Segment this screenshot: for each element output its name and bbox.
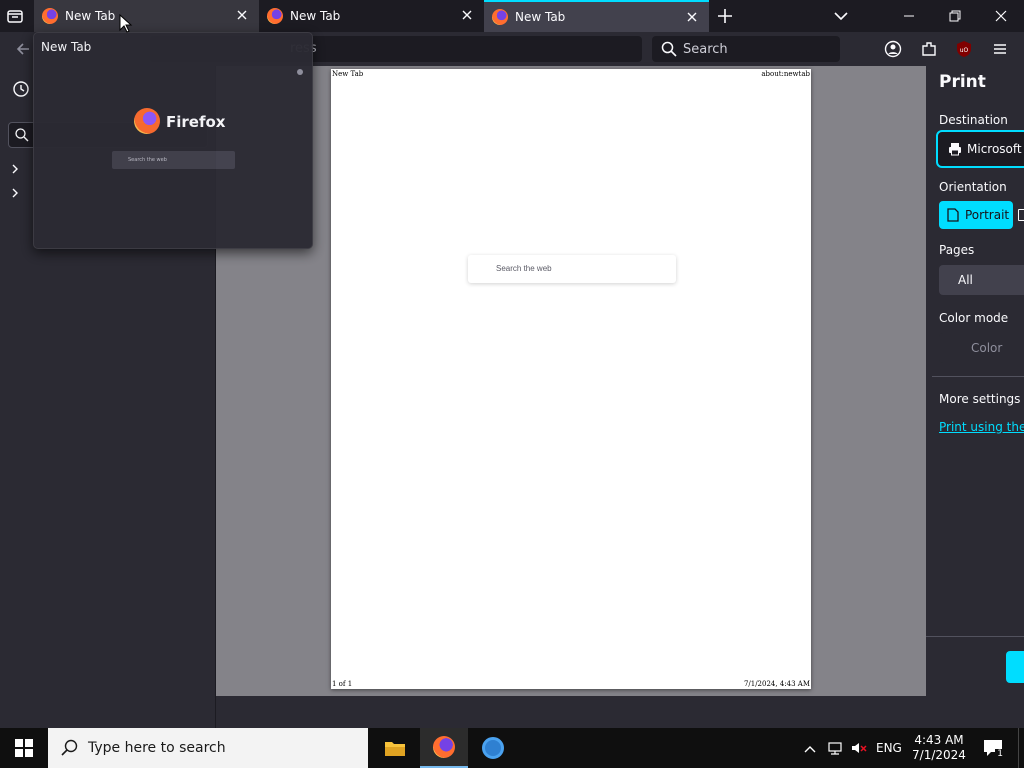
divider <box>926 636 1024 637</box>
hamburger-menu-icon[interactable] <box>991 40 1009 58</box>
print-settings-panel: Print Destination Microsoft I Orientatio… <box>926 66 1024 696</box>
system-dialog-link[interactable]: Print using the s <box>939 420 1024 434</box>
color-mode-select[interactable]: Color <box>939 333 1024 363</box>
tab-3[interactable]: New Tab <box>484 0 709 32</box>
search-bar-placeholder: Search <box>683 41 728 57</box>
preview-bottom-bar <box>216 696 1024 728</box>
firefox-icon <box>433 736 455 758</box>
back-arrow-icon[interactable] <box>14 40 32 58</box>
destination-value: Microsoft I <box>967 142 1024 156</box>
close-icon <box>995 10 1007 22</box>
minimize-icon <box>904 15 914 17</box>
show-hidden-icons-chevron-up-icon[interactable] <box>803 741 817 755</box>
print-preview-area: New Tab about:newtab Search the web 1 of… <box>216 66 926 696</box>
taskbar-search-box[interactable]: Type here to search <box>48 728 368 768</box>
windows-logo-icon <box>15 739 33 757</box>
search-icon <box>61 739 78 756</box>
new-tab-plus-icon[interactable] <box>716 7 734 25</box>
page-header-left: New Tab <box>332 70 364 78</box>
print-button[interactable] <box>1006 651 1024 683</box>
clock[interactable]: 4:43 AM 7/1/2024 <box>910 728 968 768</box>
search-icon <box>661 41 677 57</box>
divider <box>932 376 1024 377</box>
portrait-button[interactable]: Portrait <box>939 201 1013 229</box>
tab-label: New Tab <box>290 9 341 23</box>
mouse-cursor-icon <box>119 13 133 34</box>
firefox-wordmark: Firefox <box>166 113 226 131</box>
page-search-box: Search the web <box>468 255 676 283</box>
minimize-button[interactable] <box>886 0 932 32</box>
firefox-logo-icon <box>134 108 160 134</box>
close-icon[interactable] <box>460 8 474 22</box>
ublock-origin-icon[interactable]: uO <box>955 40 973 58</box>
clock-date: 7/1/2024 <box>912 748 966 762</box>
history-clock-icon <box>12 80 30 98</box>
windows-taskbar: Type here to search ENG 4:43 AM 7/1/2024… <box>0 728 1024 768</box>
firefox-taskbar-button[interactable] <box>420 728 468 768</box>
restore-button[interactable] <box>932 0 978 32</box>
printer-icon <box>949 143 961 156</box>
action-center-notification-icon[interactable]: 1 <box>983 739 1005 759</box>
destination-label: Destination <box>939 113 1008 127</box>
chrome-taskbar-button[interactable] <box>469 728 517 768</box>
tree-expand-chevron-icon[interactable] <box>9 160 21 174</box>
firefox-icon <box>492 9 508 25</box>
start-button[interactable] <box>0 728 48 768</box>
notification-count-badge: 1 <box>995 749 1005 759</box>
orientation-label: Orientation <box>939 180 1007 194</box>
page-footer-right: 7/1/2024, 4:43 AM <box>743 680 810 688</box>
page-footer-left: 1 of 1 <box>332 680 353 688</box>
tab-preview-title: New Tab <box>41 40 92 54</box>
pages-label: Pages <box>939 243 975 257</box>
close-icon[interactable] <box>685 10 699 24</box>
search-bar[interactable]: Search <box>652 36 840 62</box>
svg-text:uO: uO <box>960 47 969 54</box>
pages-select[interactable]: All <box>939 265 1024 295</box>
page-header-right: about:newtab <box>761 70 810 78</box>
language-indicator[interactable]: ENG <box>876 728 902 768</box>
firefox-icon <box>42 8 58 24</box>
tab-hover-preview: New Tab Firefox Search the web <box>33 32 313 249</box>
tab-label: New Tab <box>515 10 566 24</box>
more-settings-toggle[interactable]: More settings <box>939 392 1020 406</box>
list-all-tabs-chevron-down-icon[interactable] <box>832 7 850 25</box>
settings-gear-icon <box>297 69 303 75</box>
volume-muted-icon[interactable] <box>851 740 867 756</box>
chrome-icon <box>482 737 504 759</box>
destination-select[interactable]: Microsoft I <box>936 130 1024 168</box>
restore-icon <box>949 10 961 22</box>
tab-1[interactable]: New Tab <box>34 0 259 32</box>
firefox-view-icon[interactable] <box>6 7 24 25</box>
tab-label: New Tab <box>65 9 116 23</box>
extensions-puzzle-icon[interactable] <box>920 40 938 58</box>
print-title: Print <box>939 72 986 92</box>
preview-page: New Tab about:newtab Search the web 1 of… <box>331 69 811 689</box>
show-desktop-button[interactable] <box>1018 728 1024 768</box>
tree-expand-chevron-icon[interactable] <box>9 184 21 198</box>
firefox-icon <box>267 8 283 24</box>
portrait-page-icon <box>947 208 959 222</box>
close-icon[interactable] <box>235 8 249 22</box>
landscape-button[interactable] <box>1018 209 1024 221</box>
portrait-label: Portrait <box>965 208 1010 222</box>
folder-icon <box>385 742 405 756</box>
color-mode-label: Color mode <box>939 311 1009 325</box>
taskbar-search-placeholder: Type here to search <box>88 740 226 756</box>
network-icon[interactable] <box>827 740 843 756</box>
window-close-button[interactable] <box>978 0 1024 32</box>
account-icon[interactable] <box>884 40 902 58</box>
file-explorer-button[interactable] <box>371 728 419 768</box>
tab-preview-search: Search the web <box>112 151 235 169</box>
tab-2[interactable]: New Tab <box>259 0 484 32</box>
tab-strip: New Tab New Tab New Tab <box>0 0 1024 32</box>
search-icon <box>15 128 29 142</box>
clock-time: 4:43 AM <box>914 733 964 747</box>
